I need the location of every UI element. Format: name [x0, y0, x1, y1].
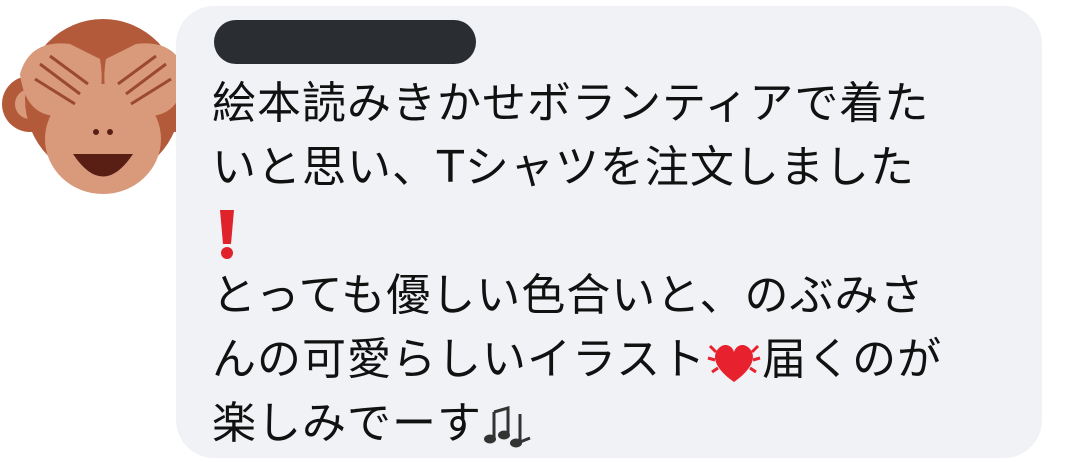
sender-name-redacted — [214, 20, 476, 64]
message-line-4: とっても優しい色合いと、のぶみさ — [212, 270, 925, 321]
message-line-5-tail: 届くのが — [762, 334, 943, 385]
message-line-6-text: 楽しみでーす — [212, 398, 482, 449]
message-line-2: いと思い、Tシャツを注文しました — [212, 142, 915, 193]
message-line-5-text: んの可愛らしいイラスト — [212, 334, 707, 385]
message-line-5: んの可愛らしいイラスト 届くのが — [212, 328, 1012, 392]
message-text: 絵本読みきかせボランティアで着た いと思い、Tシャツを注文しました とっても優し… — [212, 72, 1012, 456]
beating-heart-icon — [707, 344, 761, 382]
message-line-1: 絵本読みきかせボランティアで着た — [212, 78, 930, 129]
message-line-3 — [212, 200, 1012, 264]
message-line-6: 楽しみでーす — [212, 392, 1012, 456]
exclamation-icon — [220, 210, 234, 259]
musical-notes-icon — [484, 406, 531, 448]
